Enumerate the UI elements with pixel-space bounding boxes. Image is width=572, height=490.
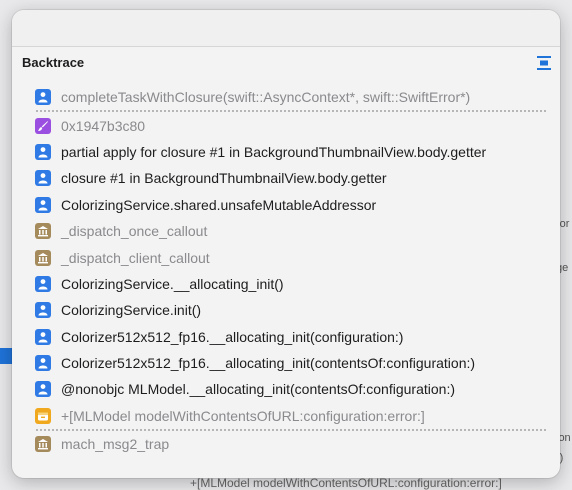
user-icon [35, 196, 51, 213]
backtrace-frame-row[interactable]: ColorizingService.init() [12, 297, 560, 323]
user-icon [35, 328, 51, 345]
frame-label: _dispatch_once_callout [61, 223, 208, 240]
user-icon [35, 275, 51, 292]
objc-box-icon [35, 407, 51, 424]
library-icon [35, 223, 51, 240]
backtrace-frame-row[interactable]: Colorizer512x512_fp16.__allocating_init(… [12, 324, 560, 350]
frame-label: @nonobjc MLModel.__allocating_init(conte… [61, 381, 455, 398]
frame-label: ColorizingService.init() [61, 302, 202, 319]
backtrace-title: Backtrace [22, 55, 85, 70]
user-icon [35, 170, 51, 187]
backtrace-frame-row[interactable]: _dispatch_once_callout [12, 218, 560, 244]
backtrace-frame-row[interactable]: completeTaskWithClosure(swift::AsyncCont… [12, 84, 560, 110]
user-icon [35, 302, 51, 319]
user-icon [35, 89, 51, 106]
backtrace-frame-row[interactable]: @nonobjc MLModel.__allocating_init(conte… [12, 376, 560, 402]
backtrace-frame-row[interactable]: +[MLModel modelWithContentsOfURL:configu… [12, 403, 560, 429]
user-icon [35, 381, 51, 398]
frame-label: Colorizer512x512_fp16.__allocating_init(… [61, 355, 476, 372]
brush-icon [35, 117, 51, 134]
backtrace-frame-row[interactable]: mach_msg2_trap [12, 431, 560, 457]
backtrace-frame-row[interactable]: 0x1947b3c80 [12, 112, 560, 138]
frame-label: +[MLModel modelWithContentsOfURL:configu… [61, 407, 425, 424]
frame-label: completeTaskWithClosure(swift::AsyncCont… [61, 89, 471, 106]
backtrace-frame-list: completeTaskWithClosure(swift::AsyncCont… [12, 84, 560, 457]
backtrace-popover: Backtrace completeTaskWithClosure(swift:… [12, 10, 560, 478]
library-icon [35, 249, 51, 266]
popover-top-bar [12, 10, 560, 47]
user-icon [35, 355, 51, 372]
backtrace-frame-row[interactable]: closure #1 in BackgroundThumbnailView.bo… [12, 165, 560, 191]
backtrace-frame-row[interactable]: ColorizingService.__allocating_init() [12, 271, 560, 297]
backtrace-frame-row[interactable]: partial apply for closure #1 in Backgrou… [12, 139, 560, 165]
backtrace-frame-row[interactable]: Colorizer512x512_fp16.__allocating_init(… [12, 350, 560, 376]
frame-label: Colorizer512x512_fp16.__allocating_init(… [61, 328, 404, 345]
frame-label: partial apply for closure #1 in Backgrou… [61, 143, 487, 160]
frame-label: ColorizingService.__allocating_init() [61, 275, 284, 292]
frame-label: mach_msg2_trap [61, 436, 170, 453]
frame-label: ColorizingService.shared.unsafeMutableAd… [61, 196, 377, 213]
backtrace-frame-row[interactable]: ColorizingService.shared.unsafeMutableAd… [12, 192, 560, 218]
library-icon [35, 436, 51, 453]
collapse-lines-icon[interactable] [536, 55, 552, 71]
background-fragment: +[MLModel modelWithContentsOfURL:configu… [190, 476, 502, 490]
frame-label: _dispatch_client_callout [61, 249, 210, 266]
user-icon [35, 143, 51, 160]
backtrace-frame-row[interactable]: _dispatch_client_callout [12, 244, 560, 270]
frame-label: 0x1947b3c80 [61, 117, 146, 134]
backtrace-header: Backtrace [12, 47, 560, 75]
frame-label: closure #1 in BackgroundThumbnailView.bo… [61, 170, 387, 187]
